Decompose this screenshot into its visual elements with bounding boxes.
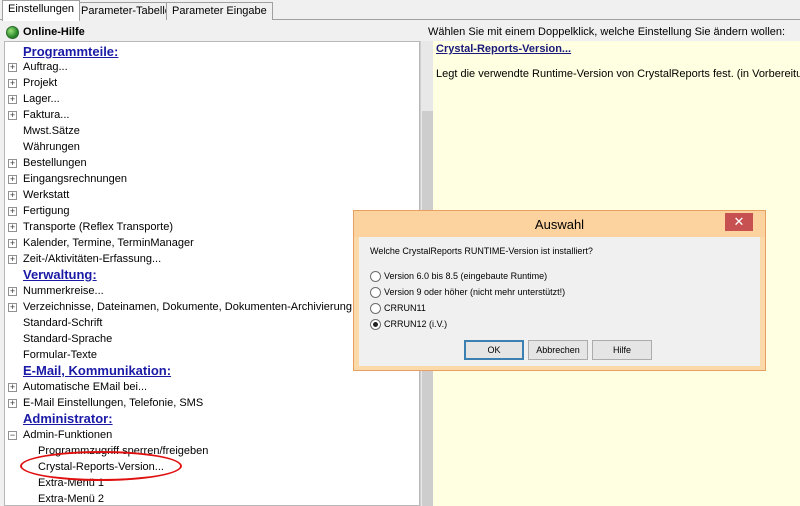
tree-item-label: Standard-Schrift	[23, 317, 103, 329]
tree-item-label: Admin-Funktionen	[23, 429, 113, 441]
radio-button[interactable]	[370, 270, 381, 282]
tree-item-label: Mwst.Sätze	[23, 125, 80, 137]
expand-icon[interactable]: +	[8, 111, 17, 120]
expand-icon[interactable]: +	[8, 303, 17, 312]
expand-icon[interactable]: +	[8, 287, 17, 296]
expand-icon[interactable]: +	[8, 191, 17, 200]
help-button[interactable]: Hilfe	[592, 340, 652, 360]
radio-label: Version 9 oder höher (nicht mehr unterst…	[384, 287, 566, 297]
tree-item-label: Fertigung	[23, 205, 70, 217]
online-help-button[interactable]: Online-Hilfe	[6, 24, 85, 40]
globe-icon	[6, 25, 19, 39]
tree-item-label: Werkstatt	[23, 189, 70, 201]
dialog-question: Welche CrystalReports RUNTIME-Version is…	[370, 246, 593, 256]
tree-item-label: Automatische EMail bei...	[23, 381, 148, 393]
tree-item-label: Zeit-/Aktivitäten-Erfassung...	[23, 253, 162, 265]
tree-item-label: Programmzugriff sperren/freigeben	[38, 445, 209, 457]
tree-item-label: Standard-Sprache	[23, 333, 113, 345]
expand-icon[interactable]: +	[8, 223, 17, 232]
detail-title: Crystal-Reports-Version...	[436, 43, 572, 55]
tree-item-label: Bestellungen	[23, 157, 87, 169]
expand-icon[interactable]: +	[8, 207, 17, 216]
instruction-text: Wählen Sie mit einem Doppelklick, welche…	[428, 26, 786, 38]
ok-button[interactable]: OK	[464, 340, 524, 360]
tree-item-label: Extra-Menü 1	[38, 477, 105, 489]
tree-item-label: Nummerkreise...	[23, 285, 104, 297]
radio-option-crrun11[interactable]: CRRUN11	[370, 301, 426, 315]
toolbar: Online-Hilfe Wählen Sie mit einem Doppel…	[0, 21, 800, 41]
dialog-title: Auswahl	[534, 217, 585, 232]
radio-label: CRRUN12 (i.V.)	[384, 319, 448, 329]
expand-icon[interactable]: +	[8, 255, 17, 264]
tree-item-label: Verzeichnisse, Dateinamen, Dokumente, Do…	[23, 301, 362, 313]
radio-option-version-6[interactable]: Version 6.0 bis 8.5 (eingebaute Runtime)	[370, 269, 547, 283]
tree-item-label: Crystal-Reports-Version...	[38, 461, 164, 473]
online-help-label: Online-Hilfe	[23, 26, 85, 38]
radio-button-selected[interactable]	[370, 318, 381, 330]
expand-icon[interactable]: +	[8, 159, 17, 168]
tab-einstellungen[interactable]: Einstellungen	[2, 0, 81, 21]
detail-description: Legt die verwendte Runtime-Version von C…	[436, 68, 800, 80]
radio-button[interactable]	[370, 302, 381, 314]
expand-icon[interactable]: +	[8, 95, 17, 104]
expand-icon[interactable]: +	[8, 383, 17, 392]
tree-item-label: Transporte (Reflex Transporte)	[23, 221, 173, 233]
radio-label: Version 6.0 bis 8.5 (eingebaute Runtime)	[384, 271, 548, 281]
dialog-body: Welche CrystalReports RUNTIME-Version is…	[359, 237, 760, 366]
tree-item-label: E-Mail Einstellungen, Telefonie, SMS	[23, 397, 204, 409]
radio-option-crrun12[interactable]: CRRUN12 (i.V.)	[370, 317, 447, 331]
tree-item-label: Lager...	[23, 93, 60, 105]
tab-parameter-eingabe[interactable]: Parameter Eingabe	[166, 2, 273, 20]
tree-item-label: Projekt	[23, 77, 58, 89]
expand-icon[interactable]: +	[8, 175, 17, 184]
close-icon[interactable]: ✕	[725, 213, 753, 231]
radio-option-version-9[interactable]: Version 9 oder höher (nicht mehr unterst…	[370, 285, 565, 299]
tree-item-label: Auftrag...	[23, 61, 68, 73]
expand-icon[interactable]: +	[8, 239, 17, 248]
collapse-icon[interactable]: −	[8, 431, 17, 440]
expand-icon[interactable]: +	[8, 79, 17, 88]
radio-label: CRRUN11	[384, 303, 426, 313]
tab-parameter-tabelle[interactable]: Parameter-Tabelle	[75, 2, 177, 20]
dialog-titlebar[interactable]: Auswahl ✕	[354, 211, 765, 237]
tree-item-label: Eingangsrechnungen	[23, 173, 127, 185]
radio-button[interactable]	[370, 286, 381, 298]
tree-item-label: Währungen	[23, 141, 80, 153]
expand-icon[interactable]: +	[8, 63, 17, 72]
tree-item-label: Formular-Texte	[23, 349, 97, 361]
tree-item-label: Faktura...	[23, 109, 70, 121]
cancel-button[interactable]: Abbrechen	[528, 340, 588, 360]
tree-item-label: Kalender, Termine, TerminManager	[23, 237, 194, 249]
expand-icon[interactable]: +	[8, 399, 17, 408]
tab-bar: Einstellungen Parameter-Tabelle Paramete…	[0, 0, 800, 21]
auswahl-dialog: Auswahl ✕ Welche CrystalReports RUNTIME-…	[353, 210, 766, 371]
tree-item-label: Extra-Menü 2	[38, 493, 105, 505]
